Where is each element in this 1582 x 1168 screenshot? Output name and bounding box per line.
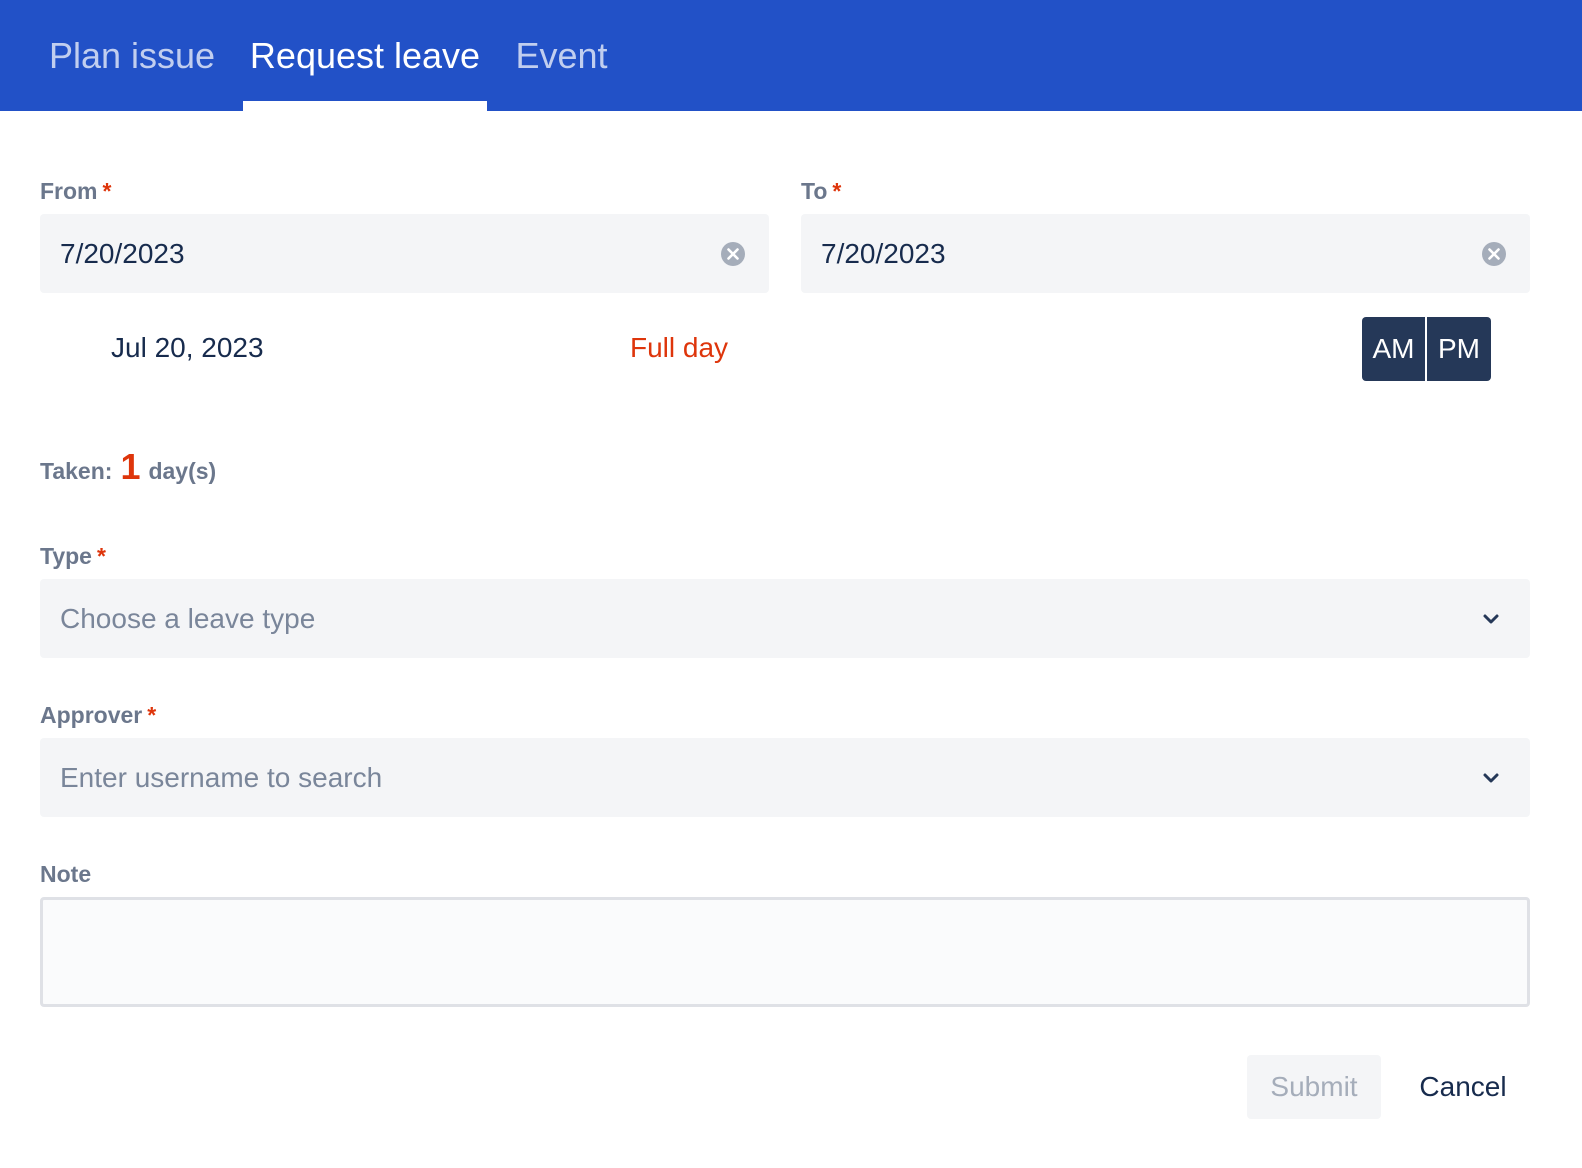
leave-type-placeholder: Choose a leave type [60,602,316,634]
date-display: Jul 20, 2023 [111,332,264,363]
close-circle-icon[interactable] [721,241,745,266]
from-date-field[interactable]: 7/20/2023 [40,214,769,293]
tab-plan-issue[interactable]: Plan issue [40,0,224,111]
required-mark: * [102,178,112,204]
required-mark: * [832,178,842,204]
chevron-down-icon[interactable] [1482,611,1500,627]
days-taken: Taken: 1 day(s) [40,446,217,487]
tab-request-leave[interactable]: Request leave [243,0,487,111]
from-date-value: 7/20/2023 [60,237,185,269]
pm-toggle[interactable]: PM [1427,317,1491,381]
close-circle-icon[interactable] [1482,241,1506,266]
to-date-value: 7/20/2023 [821,237,946,269]
cancel-button[interactable]: Cancel [1396,1055,1530,1119]
approver-label: Approver * [40,702,157,728]
from-label: From * [40,178,112,204]
approver-placeholder: Enter username to search [60,761,383,793]
approver-select[interactable]: Enter username to search [40,738,1530,817]
chevron-down-icon[interactable] [1482,770,1500,786]
tab-bar: Plan issue Request leave Event [0,0,1582,111]
note-label: Note [40,861,92,887]
tab-event[interactable]: Event [506,0,617,111]
days-taken-count: 1 [120,446,141,487]
note-textarea[interactable] [40,897,1530,1007]
required-mark: * [96,543,106,569]
submit-button[interactable]: Submit [1247,1055,1381,1119]
type-label: Type * [40,543,106,569]
to-date-field[interactable]: 7/20/2023 [801,214,1530,293]
leave-type-select[interactable]: Choose a leave type [40,579,1530,658]
active-tab-indicator [243,101,487,111]
am-toggle[interactable]: AM [1362,317,1425,381]
full-day-option[interactable]: Full day [630,332,728,364]
required-mark: * [147,702,157,728]
to-label: To * [801,178,842,204]
